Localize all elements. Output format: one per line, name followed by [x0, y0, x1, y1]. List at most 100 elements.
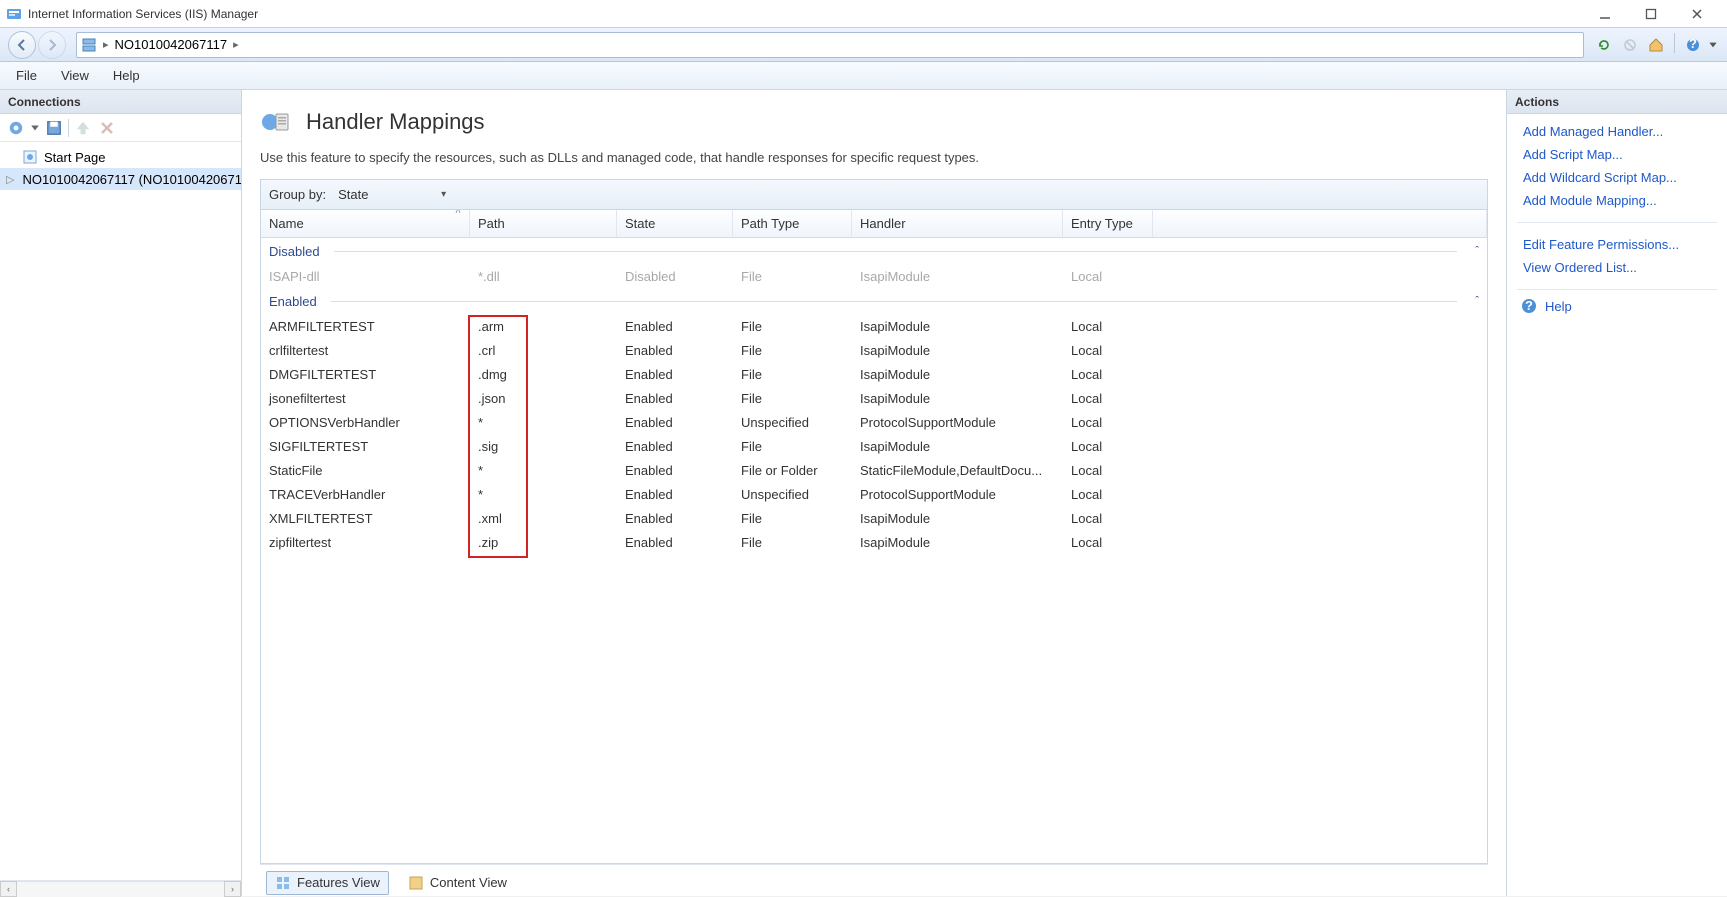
grid-cell: Local: [1063, 415, 1153, 430]
grid-cell: jsonefiltertest: [261, 391, 470, 406]
table-row[interactable]: crlfiltertest.crlEnabledFileIsapiModuleL…: [261, 338, 1487, 362]
horizontal-scrollbar[interactable]: ‹ ›: [0, 880, 241, 896]
column-header-name[interactable]: Name: [261, 210, 470, 237]
delete-button[interactable]: [97, 118, 117, 138]
grid-cell: .xml: [470, 511, 617, 526]
grid-cell: Local: [1063, 391, 1153, 406]
svg-text:?: ?: [1689, 37, 1697, 51]
actions-header: Actions: [1507, 90, 1727, 114]
minimize-button[interactable]: [1591, 4, 1619, 24]
grid-cell: Local: [1063, 511, 1153, 526]
grid-cell: IsapiModule: [852, 535, 1063, 550]
table-row[interactable]: ISAPI-dll*.dllDisabledFileIsapiModuleLoc…: [261, 264, 1487, 288]
grid-cell: ProtocolSupportModule: [852, 487, 1063, 502]
stop-button[interactable]: [1618, 33, 1642, 57]
table-row[interactable]: TRACEVerbHandler*EnabledUnspecifiedProto…: [261, 482, 1487, 506]
table-row[interactable]: OPTIONSVerbHandler*EnabledUnspecifiedPro…: [261, 410, 1487, 434]
grid-cell: Local: [1063, 463, 1153, 478]
grid-cell: IsapiModule: [852, 439, 1063, 454]
help-link[interactable]: ? Help: [1507, 294, 1727, 318]
table-row[interactable]: StaticFile*EnabledFile or FolderStaticFi…: [261, 458, 1487, 482]
features-view-icon: [275, 875, 291, 891]
action-link[interactable]: Edit Feature Permissions...: [1507, 233, 1727, 256]
collapse-icon[interactable]: ˆ: [1465, 295, 1479, 307]
grid-cell: ISAPI-dll: [261, 269, 470, 284]
table-row[interactable]: zipfiltertest.zipEnabledFileIsapiModuleL…: [261, 530, 1487, 554]
scroll-right-button[interactable]: ›: [224, 881, 241, 897]
scroll-track[interactable]: [17, 881, 224, 897]
tree-start-page[interactable]: Start Page: [0, 146, 241, 168]
connections-header: Connections: [0, 90, 241, 114]
grid-cell: *: [470, 415, 617, 430]
column-header-entry-type[interactable]: Entry Type: [1063, 210, 1153, 237]
table-row[interactable]: jsonefiltertest.jsonEnabledFileIsapiModu…: [261, 386, 1487, 410]
maximize-button[interactable]: [1637, 4, 1665, 24]
action-link[interactable]: View Ordered List...: [1507, 256, 1727, 279]
grid-cell: SIGFILTERTEST: [261, 439, 470, 454]
connections-panel: Connections Start Page ▷ NO1010042067117…: [0, 90, 242, 896]
table-row[interactable]: XMLFILTERTEST.xmlEnabledFileIsapiModuleL…: [261, 506, 1487, 530]
grid-cell: *: [470, 487, 617, 502]
action-link[interactable]: Add Wildcard Script Map...: [1507, 166, 1727, 189]
svg-text:?: ?: [1525, 298, 1533, 313]
menu-file[interactable]: File: [6, 64, 47, 87]
column-header-handler[interactable]: Handler: [852, 210, 1063, 237]
tree-server-node[interactable]: ▷ NO1010042067117 (NO1010042067117): [0, 168, 241, 190]
content-view-tab[interactable]: Content View: [399, 871, 516, 895]
grid-cell: DMGFILTERTEST: [261, 367, 470, 382]
home-button[interactable]: [1644, 33, 1668, 57]
features-view-label: Features View: [297, 875, 380, 890]
collapse-icon[interactable]: ˆ: [1465, 245, 1479, 257]
close-button[interactable]: [1683, 4, 1711, 24]
save-connections-button[interactable]: [44, 118, 64, 138]
grid-cell: IsapiModule: [852, 319, 1063, 334]
up-button[interactable]: [73, 118, 93, 138]
table-row[interactable]: DMGFILTERTEST.dmgEnabledFileIsapiModuleL…: [261, 362, 1487, 386]
grid-cell: .sig: [470, 439, 617, 454]
handler-mappings-grid[interactable]: Name Path State Path Type Handler Entry …: [260, 209, 1488, 864]
grid-cell: Local: [1063, 343, 1153, 358]
address-bar[interactable]: ▸ NO1010042067117 ▸: [76, 32, 1584, 58]
grid-cell: Local: [1063, 269, 1153, 284]
grid-cell: Enabled: [617, 319, 733, 334]
crumb-separator-icon: ▸: [103, 38, 109, 51]
action-link[interactable]: Add Script Map...: [1507, 143, 1727, 166]
grid-cell: OPTIONSVerbHandler: [261, 415, 470, 430]
column-header-path[interactable]: Path: [470, 210, 617, 237]
page-description: Use this feature to specify the resource…: [260, 150, 1488, 165]
column-header-path-type[interactable]: Path Type: [733, 210, 852, 237]
column-header-state[interactable]: State: [617, 210, 733, 237]
navigation-bar: ▸ NO1010042067117 ▸ ?: [0, 28, 1727, 62]
grid-cell: StaticFileModule,DefaultDocu...: [852, 463, 1063, 478]
tree-expand-icon[interactable]: ▷: [6, 173, 14, 186]
help-dropdown-arrow[interactable]: [1707, 33, 1719, 57]
back-button[interactable]: [8, 31, 36, 59]
connections-tree[interactable]: Start Page ▷ NO1010042067117 (NO10100420…: [0, 142, 241, 880]
group-header[interactable]: Enabledˆ: [261, 288, 1487, 314]
start-page-icon: [22, 149, 38, 165]
breadcrumb-node[interactable]: NO1010042067117: [115, 37, 228, 52]
grid-cell: Enabled: [617, 487, 733, 502]
grid-cell: Unspecified: [733, 487, 852, 502]
content-view-label: Content View: [430, 875, 507, 890]
table-row[interactable]: SIGFILTERTEST.sigEnabledFileIsapiModuleL…: [261, 434, 1487, 458]
grid-cell: .crl: [470, 343, 617, 358]
action-link[interactable]: Add Module Mapping...: [1507, 189, 1727, 212]
forward-button[interactable]: [38, 31, 66, 59]
table-row[interactable]: ARMFILTERTEST.armEnabledFileIsapiModuleL…: [261, 314, 1487, 338]
group-header[interactable]: Disabled ˆ: [261, 238, 1487, 264]
group-label: Disabled: [269, 244, 320, 259]
grid-cell: Unspecified: [733, 415, 852, 430]
group-by-value: State: [338, 187, 368, 202]
features-view-tab[interactable]: Features View: [266, 871, 389, 895]
grid-cell: IsapiModule: [852, 511, 1063, 526]
help-dropdown-button[interactable]: ?: [1681, 33, 1705, 57]
connect-button[interactable]: [6, 118, 26, 138]
menu-view[interactable]: View: [51, 64, 99, 87]
scroll-left-button[interactable]: ‹: [0, 881, 17, 897]
menu-help[interactable]: Help: [103, 64, 150, 87]
group-by-select[interactable]: State ▾: [332, 184, 452, 206]
connect-dropdown[interactable]: [30, 118, 40, 138]
action-link[interactable]: Add Managed Handler...: [1507, 120, 1727, 143]
refresh-button[interactable]: [1592, 33, 1616, 57]
